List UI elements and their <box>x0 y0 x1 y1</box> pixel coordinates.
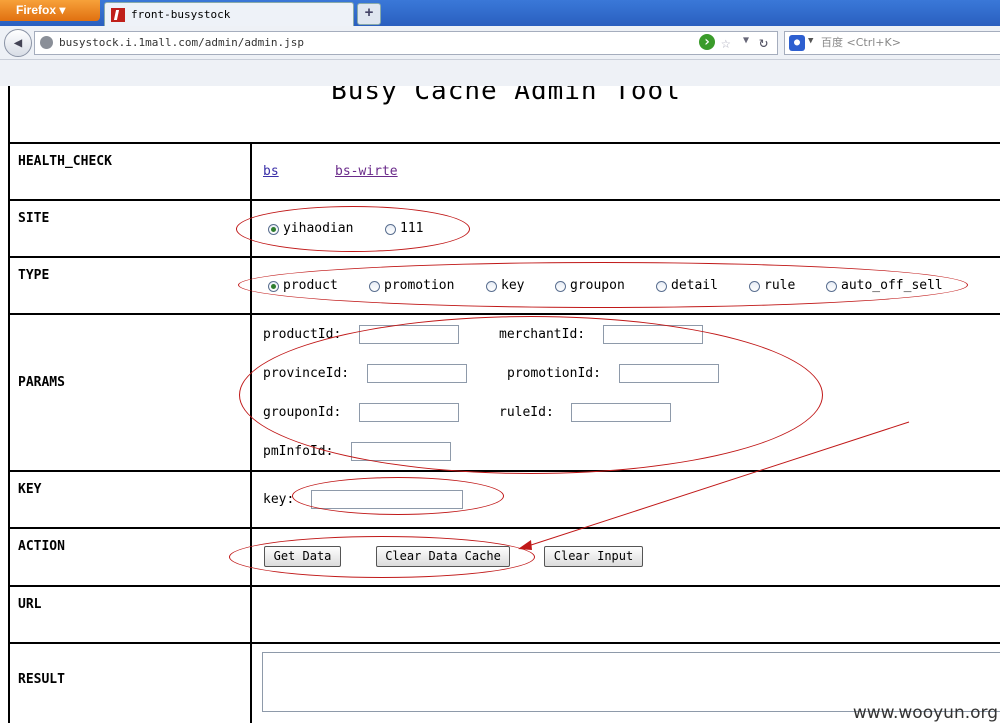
page-title: Busy Cache Admin Tool <box>331 86 681 106</box>
row-label-cell: URL <box>8 587 252 642</box>
key-input[interactable] <box>311 490 463 509</box>
product-id-input[interactable] <box>359 325 459 344</box>
radio-type-promotion[interactable] <box>369 281 380 292</box>
label-url: URL <box>18 597 42 612</box>
radio-type-auto-off-sell[interactable] <box>826 281 837 292</box>
watermark: www.wooyun.org <box>852 703 998 723</box>
action-cell: Get Data Clear Data Cache Clear Input <box>254 529 1000 585</box>
url-cell <box>254 587 1000 642</box>
row-result: RESULT <box>8 642 1000 723</box>
link-bs[interactable]: bs <box>263 164 279 179</box>
url-text: busystock.i.1mall.com/admin/admin.jsp <box>59 36 305 49</box>
row-label-cell: PARAMS <box>8 315 252 470</box>
type-cell: product promotion key groupon detail rul… <box>254 258 1000 313</box>
label-type: TYPE <box>18 268 50 283</box>
bookmarks-bar <box>0 60 1000 87</box>
groupon-id-input[interactable] <box>359 403 459 422</box>
history-dropdown-icon[interactable]: ▼ <box>743 35 749 46</box>
radio-type-rule[interactable] <box>749 281 760 292</box>
radio-label-groupon: groupon <box>570 278 625 293</box>
radio-type-product[interactable] <box>268 281 279 292</box>
radio-label-111: 111 <box>400 221 424 236</box>
row-label-cell: ACTION <box>8 529 252 585</box>
new-tab-button[interactable]: + <box>357 3 381 25</box>
pminfo-id-input[interactable] <box>351 442 451 461</box>
radio-type-key[interactable] <box>486 281 497 292</box>
label-province-id: provinceId: <box>263 366 350 381</box>
promotion-id-input[interactable] <box>619 364 719 383</box>
back-arrow-icon[interactable]: ◀ <box>4 29 32 57</box>
merchant-id-input[interactable] <box>603 325 703 344</box>
address-bar[interactable]: busystock.i.1mall.com/admin/admin.jsp › … <box>34 31 778 55</box>
radio-label-yihaodian: yihaodian <box>283 221 354 236</box>
bookmark-star-icon[interactable]: ☆ <box>721 33 731 52</box>
row-action: ACTION Get Data Clear Data Cache Clear I… <box>8 527 1000 585</box>
row-key: KEY key: <box>8 470 1000 527</box>
row-type: TYPE product promotion key groupon detai… <box>8 256 1000 313</box>
rule-id-input[interactable] <box>571 403 671 422</box>
browser-tab[interactable]: front-busystock <box>104 2 354 27</box>
radio-site-yihaodian[interactable] <box>268 224 279 235</box>
province-id-input[interactable] <box>367 364 467 383</box>
key-cell: key: <box>254 472 1000 527</box>
row-label-cell: TYPE <box>8 258 252 313</box>
search-placeholder: 百度 <Ctrl+K> <box>821 36 901 49</box>
site-cell: yihaodian 111 <box>254 201 1000 256</box>
row-label-cell: SITE <box>8 201 252 256</box>
page-title-cell: Busy Cache Admin Tool <box>8 86 1000 142</box>
row-label-cell: KEY <box>8 472 252 527</box>
label-params: PARAMS <box>18 375 65 390</box>
label-pminfo-id: pmInfoId: <box>263 444 334 459</box>
row-label-cell: RESULT <box>8 644 252 723</box>
label-site: SITE <box>18 211 50 226</box>
radio-label-key: key <box>501 278 525 293</box>
radio-label-promotion: promotion <box>384 278 455 293</box>
params-cell: productId: merchantId: provinceId: promo… <box>254 315 1000 470</box>
health-check-cell: bs bs-wirte <box>254 144 1000 199</box>
row-health-check: HEALTH_CHECK bs bs-wirte <box>8 142 1000 199</box>
radio-type-groupon[interactable] <box>555 281 566 292</box>
row-label-cell: HEALTH_CHECK <box>8 144 252 199</box>
label-promotion-id: promotionId: <box>507 366 601 381</box>
radio-label-detail: detail <box>671 278 718 293</box>
search-engine-dropdown-icon[interactable]: ▼ <box>808 36 813 46</box>
label-key: KEY <box>18 482 42 497</box>
clear-data-cache-button[interactable]: Clear Data Cache <box>376 546 510 567</box>
clear-input-button[interactable]: Clear Input <box>544 546 643 567</box>
tab-title: front-busystock <box>131 8 231 21</box>
row-params: PARAMS productId: merchantId: provinceId… <box>8 313 1000 470</box>
label-key-field: key: <box>263 492 295 507</box>
label-rule-id: ruleId: <box>499 405 554 420</box>
go-arrow-icon[interactable]: › <box>699 34 715 50</box>
tab-bar: Firefox ▾ front-busystock + <box>0 0 1000 27</box>
radio-label-auto-off-sell: auto_off_sell <box>841 278 943 293</box>
page-content: Busy Cache Admin Tool HEALTH_CHECK bs bs… <box>0 86 1000 723</box>
label-groupon-id: grouponId: <box>263 405 342 420</box>
label-merchant-id: merchantId: <box>499 327 586 342</box>
radio-type-detail[interactable] <box>656 281 667 292</box>
reload-icon[interactable]: ↻ <box>759 33 768 51</box>
radio-label-rule: rule <box>764 278 796 293</box>
link-bs-wirte[interactable]: bs-wirte <box>335 164 398 179</box>
globe-icon <box>40 36 53 49</box>
firefox-menu-label: Firefox <box>16 3 57 17</box>
label-action: ACTION <box>18 539 65 554</box>
site-favicon-icon <box>111 8 125 22</box>
search-bar[interactable]: ● ▼ 百度 <Ctrl+K> <box>784 31 1000 55</box>
label-health-check: HEALTH_CHECK <box>18 154 112 169</box>
radio-site-111[interactable] <box>385 224 396 235</box>
baidu-paw-icon[interactable]: ● <box>789 35 805 51</box>
label-product-id: productId: <box>263 327 342 342</box>
radio-label-product: product <box>283 278 338 293</box>
row-url: URL <box>8 585 1000 642</box>
label-result: RESULT <box>18 672 65 687</box>
firefox-menu-button[interactable]: Firefox ▾ <box>0 0 100 21</box>
row-site: SITE yihaodian 111 <box>8 199 1000 256</box>
navigation-bar: ◀ busystock.i.1mall.com/admin/admin.jsp … <box>0 26 1000 60</box>
get-data-button[interactable]: Get Data <box>264 546 341 567</box>
